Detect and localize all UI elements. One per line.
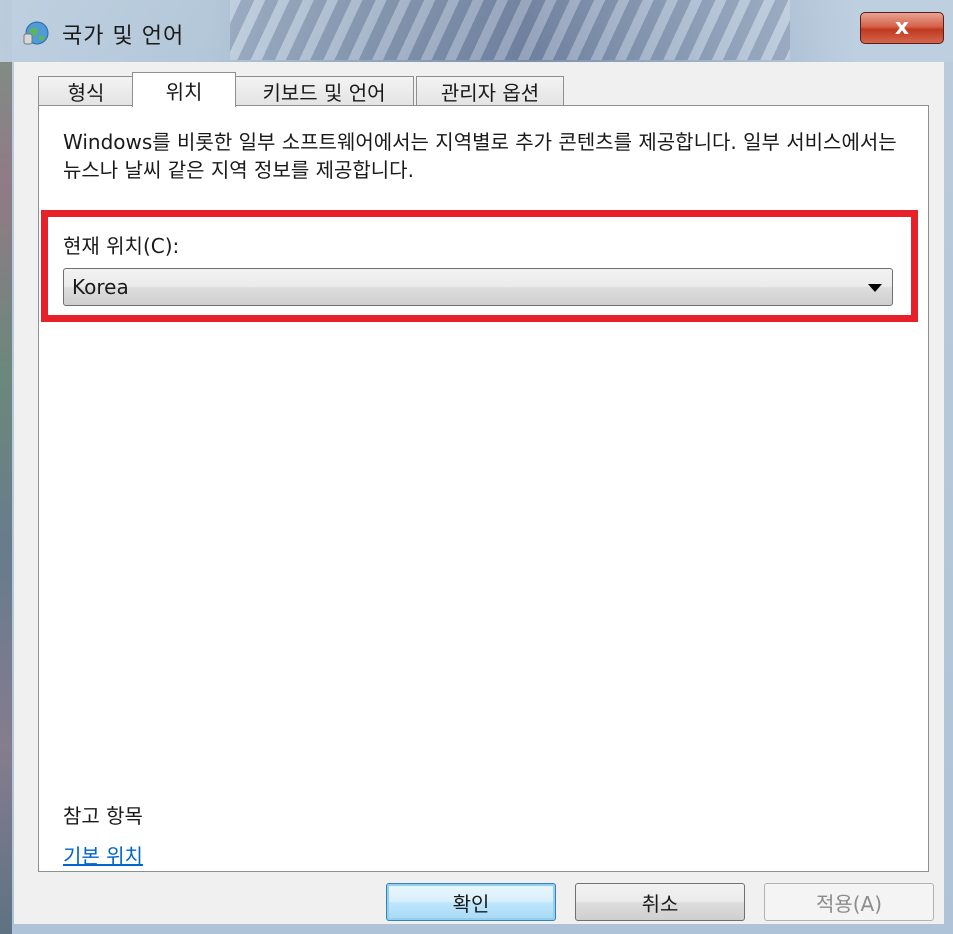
ok-button[interactable]: 확인 — [386, 883, 556, 921]
see-also-heading: 참고 항목 — [63, 804, 143, 828]
close-icon: x — [894, 15, 910, 40]
current-location-label: 현재 위치(C): — [63, 234, 180, 258]
tab-location[interactable]: 위치 — [132, 72, 236, 107]
tab-formats[interactable]: 형식 — [38, 76, 134, 106]
close-button[interactable]: x — [860, 12, 944, 44]
title-bar-aero-art — [230, 0, 790, 60]
current-location-dropdown[interactable]: Korea — [63, 268, 893, 306]
location-tab-panel: Windows를 비롯한 일부 소프트웨어에서는 지역별로 추가 콘텐츠를 제공… — [38, 105, 929, 872]
apply-button: 적용(A) — [764, 883, 934, 921]
window-title: 국가 및 언어 — [62, 24, 185, 49]
current-location-value: Korea — [72, 275, 129, 299]
dialog-client-area: 형식 위치 키보드 및 언어 관리자 옵션 Windows를 비롯한 일부 소프… — [14, 62, 944, 924]
chevron-down-icon — [868, 284, 882, 292]
cancel-button[interactable]: 취소 — [575, 883, 745, 921]
title-bar[interactable]: 국가 및 언어 x — [0, 0, 953, 62]
region-language-window: 국가 및 언어 x 형식 위치 키보드 및 언어 관리자 옵션 Windows를… — [0, 0, 953, 934]
tab-administrative[interactable]: 관리자 옵션 — [416, 76, 564, 106]
desktop-background-edge — [0, 0, 12, 934]
globe-region-icon — [23, 21, 49, 45]
tab-keyboards-languages[interactable]: 키보드 및 언어 — [234, 76, 414, 106]
location-description: Windows를 비롯한 일부 소프트웨어에서는 지역별로 추가 콘텐츠를 제공… — [63, 130, 897, 182]
default-location-link[interactable]: 기본 위치 — [63, 840, 143, 869]
